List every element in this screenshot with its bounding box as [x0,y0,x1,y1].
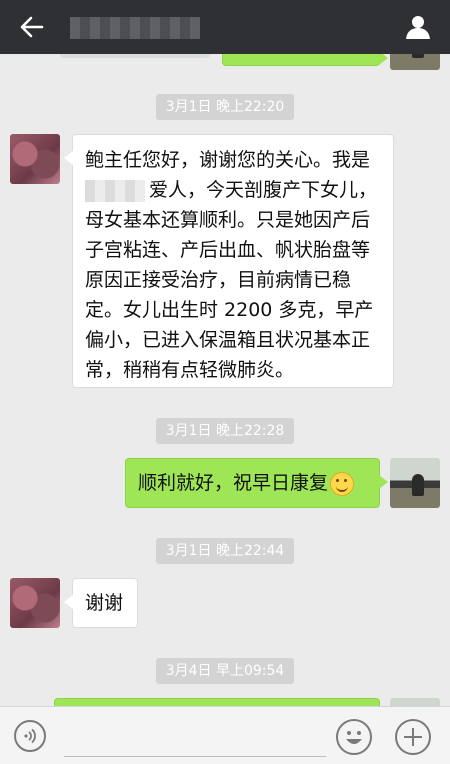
message-bubble-incoming[interactable]: 鲍主任您好，谢谢您的关心。我是 爱人，今天剖腹产下女儿， 母女基本还算顺利。只是… [64,134,394,388]
message-bubble-outgoing[interactable]: 顺利就好，祝早日康复 [125,458,388,508]
person-icon [406,16,430,39]
avatar-self[interactable] [390,54,440,70]
message-text: 顺利就好，祝早日康复 [138,472,329,494]
avatar-self[interactable] [390,458,440,508]
message-line: 偏小，已进入保温箱且状况基本正 [85,329,371,351]
avatar-self[interactable] [390,698,440,706]
voice-icon [24,728,36,744]
message-line: 原因正接受治疗，目前病情已稳 [85,269,352,291]
back-arrow-icon [20,16,44,38]
chat-area[interactable]: 3月1日 晚上22:20 鲍主任您好，谢谢您的关心。我是 爱人，今天剖腹产下女儿… [0,54,450,706]
message-bubble-incoming[interactable]: 谢谢 [64,578,138,628]
message-line: 定。女儿出生时 2200 多克，早产 [85,299,374,321]
emoji-button[interactable] [336,719,372,755]
emoji-icon [346,731,362,744]
profile-button[interactable] [400,9,436,45]
chat-title-obscured [70,17,200,39]
previous-partial-blur [60,54,210,58]
message-line: 母女基本还算顺利。只是她因产后 [85,209,371,231]
voice-button[interactable] [14,720,46,752]
input-bar [0,706,450,764]
next-message-bubble[interactable] [54,698,380,706]
plus-icon [404,728,422,746]
redacted-name [85,179,145,202]
timestamp: 3月1日 晚上22:20 [0,94,450,120]
avatar-contact[interactable] [10,134,60,184]
message-line: 子宫粘连、产后出血、帆状胎盘等 [85,239,371,261]
plus-button[interactable] [395,719,431,755]
timestamp: 3月1日 晚上22:44 [0,538,450,564]
timestamp: 3月4日 早上09:54 [0,658,450,684]
previous-message-bubble [222,54,388,66]
message-input[interactable] [64,756,326,757]
avatar-contact[interactable] [10,578,60,628]
timestamp: 3月1日 晚上22:28 [0,418,450,444]
message-text: 谢谢 [85,592,124,614]
message-text: 鲍主任您好，谢谢您的关心。我是 爱人，今天剖腹产下女儿， 母女基本还算顺利。只是… [85,145,381,385]
message-line: 鲍主任您好，谢谢您的关心。我是 [85,149,371,171]
top-bar [0,0,450,54]
message-line: 常，稍稍有点轻微肺炎。 [85,359,295,381]
smile-emoji-icon [330,471,355,496]
message-line: 爱人，今天剖腹产下女儿， [85,175,381,205]
back-button[interactable] [14,9,50,45]
